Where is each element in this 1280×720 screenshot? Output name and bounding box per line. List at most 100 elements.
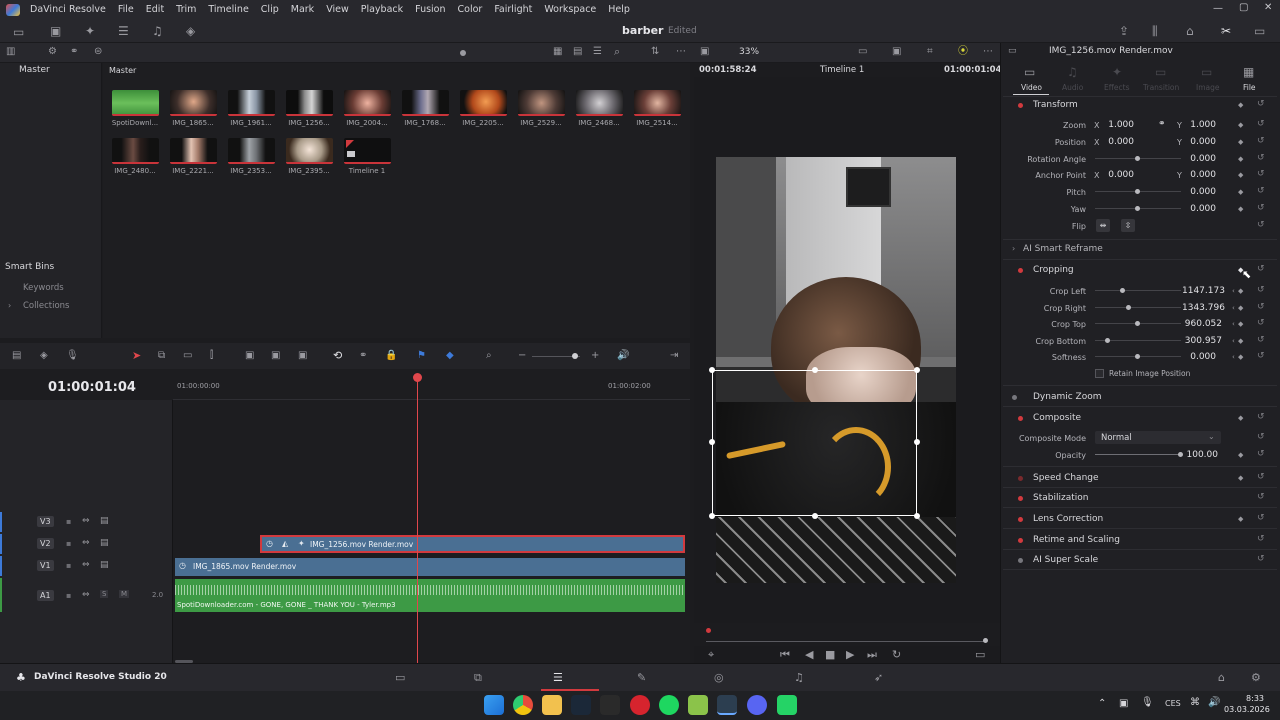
match-frame-icon[interactable]: ⌖ [708,649,714,661]
fullscreen-icon[interactable]: ▭ [1254,25,1265,37]
safe-area-icon[interactable]: ▭ [858,46,867,58]
microphone-icon[interactable]: 🎙 [66,350,79,362]
stop-icon[interactable]: ■ [825,649,835,661]
close-icon[interactable]: ✕ [1264,2,1272,13]
viewer-scrubber[interactable] [706,641,986,642]
rotation-knob[interactable] [1135,156,1140,161]
steam-icon[interactable] [571,695,591,715]
index-icon[interactable]: ☰ [118,25,129,37]
track-a1-label[interactable]: A1 [37,590,54,601]
language-indicator[interactable]: CES [1165,699,1181,708]
transform-handle[interactable] [812,513,818,519]
solo-button[interactable]: S [100,590,109,598]
track-auto-select-icon[interactable]: ⇔ [82,515,90,527]
reset-icon[interactable]: ↺ [1257,492,1265,502]
prev-keyframe-icon[interactable]: ‹ [1232,337,1235,345]
viewer-options-icon[interactable]: ⋯ [983,46,993,58]
track-auto-select-icon[interactable]: ⇔ [82,589,90,601]
search-icon[interactable]: ⌕ [614,46,620,58]
transform-box[interactable] [712,370,917,516]
reset-icon[interactable]: ↺ [1257,136,1265,146]
maximize-icon[interactable]: ▢ [1239,2,1248,13]
audio-icon[interactable]: 🔊 [617,350,629,362]
discord-icon[interactable] [747,695,767,715]
color-page-icon[interactable]: ◎ [714,672,724,684]
keyframe-icon[interactable]: ◆ [1238,205,1243,213]
keyframe-icon[interactable]: ◆ [1238,101,1243,109]
menu-workspace[interactable]: Workspace [538,0,602,19]
file-tab-icon[interactable]: ▦ [1243,66,1254,78]
section-super-scale[interactable]: AI Super Scale [1033,555,1098,565]
cinema-view-icon[interactable]: ▭ [975,649,985,661]
section-retime[interactable]: Retime and Scaling [1033,535,1120,545]
zoom-x-value[interactable]: 1.000 [1100,120,1134,130]
position-x-value[interactable]: 0.000 [1100,137,1134,147]
more-icon[interactable]: ⋯ [676,46,686,58]
inspector-icon[interactable]: ✂ [1221,25,1231,37]
transform-handle[interactable] [709,439,715,445]
link-icon[interactable]: ⚭ [1158,119,1166,129]
track-enable-icon[interactable]: ▤ [100,559,109,571]
track-lock-icon[interactable]: ▪ [66,516,71,528]
filmstrip-view-icon[interactable]: ▤ [573,46,582,58]
tab-file[interactable]: File [1243,83,1256,92]
clip-thumbnail[interactable] [286,90,333,116]
clip-view-icon[interactable]: ▣ [50,25,61,37]
spotify-icon[interactable] [659,695,679,715]
position-y-value[interactable]: 0.000 [1182,137,1216,147]
keyframe-icon[interactable]: ◆ [1238,287,1243,295]
yaw-value[interactable]: 0.000 [1182,204,1216,214]
zoom-in-icon[interactable]: + [591,350,599,362]
timeline-options-icon[interactable]: ⇥ [670,350,678,362]
reset-icon[interactable]: ↺ [1257,318,1265,328]
editor-app-icon[interactable] [688,695,708,715]
skip-back-icon[interactable]: ⏮ [780,649,790,661]
inspector-toggle-icon[interactable]: ◈ [186,25,195,37]
marker-blue-icon[interactable]: ◆ [446,350,454,362]
cropping-title[interactable]: Cropping [1033,265,1074,275]
playhead-handle[interactable] [413,373,422,382]
crop-top-knob[interactable] [1135,321,1140,326]
clock-date[interactable]: 03.03.2026 [1224,705,1270,714]
network-icon[interactable]: ⌘ [1190,697,1200,708]
clip-thumbnail[interactable] [170,138,217,164]
video-tab-icon[interactable]: ▭ [1024,66,1035,78]
transform-handle[interactable] [914,367,920,373]
dynamic-zoom-dot[interactable] [1012,395,1017,400]
reset-icon[interactable]: ↺ [1257,412,1265,422]
track-auto-select-icon[interactable]: ⇔ [82,537,90,549]
replace-clip-icon[interactable]: ▣ [298,350,307,362]
epic-games-icon[interactable] [600,695,620,715]
keyframe-icon[interactable]: ◆ [1238,138,1243,146]
composite-title[interactable]: Composite [1033,413,1081,423]
davinci-taskbar-icon[interactable] [717,695,737,715]
clip-a1[interactable]: SpotiDownloader.com - GONE, GONE _ THANK… [175,579,685,612]
reset-icon[interactable]: ↺ [1257,203,1265,213]
keyframe-icon[interactable]: ◆ [1238,414,1243,422]
clip-thumbnail[interactable] [576,90,623,116]
retain-position-checkbox[interactable] [1095,369,1104,378]
reset-icon[interactable]: ↺ [1257,449,1265,459]
menu-clip[interactable]: Clip [255,0,285,19]
keyframe-icon[interactable]: ◆ [1238,188,1243,196]
mute-button[interactable]: M [119,590,130,598]
clock-time[interactable]: 8:33 [1224,694,1264,703]
section-speed-change[interactable]: Speed Change [1033,473,1099,483]
retime-dot[interactable] [1018,538,1023,543]
zoom-icon[interactable]: ⌕ [486,350,492,362]
crop-left-slider[interactable] [1095,290,1181,291]
reset-icon[interactable]: ↺ [1257,302,1265,312]
keyframe-icon[interactable]: ◆ [1238,304,1243,312]
prev-keyframe-icon[interactable]: ‹ [1232,353,1235,361]
clip-thumbnail[interactable] [460,90,507,116]
transform-mode-icon[interactable]: ▣ [892,46,901,58]
loop-icon[interactable]: ↻ [892,649,901,661]
crop-bottom-knob[interactable] [1105,338,1110,343]
transform-handle[interactable] [709,513,715,519]
new-bin-icon[interactable]: ⚙ [48,46,57,58]
crop-right-knob[interactable] [1126,305,1131,310]
effects-icon[interactable]: ✦ [85,25,95,37]
reset-icon[interactable]: ↺ [1257,220,1265,230]
reset-icon[interactable]: ↺ [1257,472,1265,482]
reset-icon[interactable]: ↺ [1257,351,1265,361]
